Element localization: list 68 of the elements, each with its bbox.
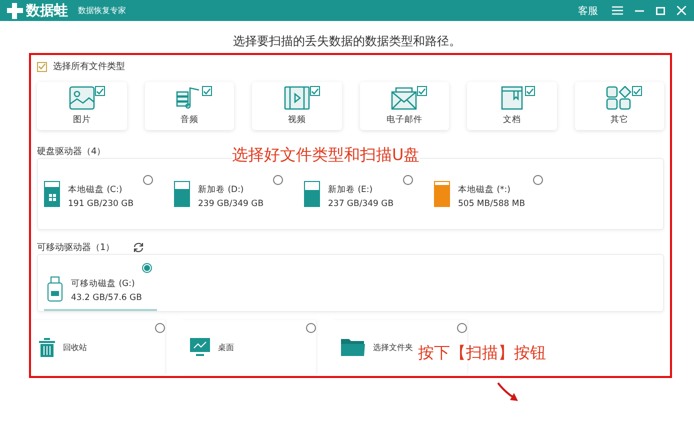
arrow-icon xyxy=(497,382,519,402)
radio-button[interactable] xyxy=(273,175,283,185)
checkbox[interactable] xyxy=(202,86,212,96)
file-type-card[interactable]: 视频 xyxy=(252,82,342,130)
file-type-label: 电子邮件 xyxy=(386,114,422,126)
select-all-label: 选择所有文件类型 xyxy=(53,60,125,73)
drive-name: 新加卷 (D:) xyxy=(198,184,245,196)
trash-icon xyxy=(39,338,55,356)
checkbox[interactable] xyxy=(37,62,47,72)
location-card[interactable]: 桌面 xyxy=(182,320,316,374)
envelope-icon xyxy=(391,86,418,110)
refresh-icon[interactable] xyxy=(132,242,144,252)
location-label: 选择文件夹 xyxy=(373,342,413,352)
image-icon xyxy=(68,86,95,110)
app-grid-icon xyxy=(606,86,632,110)
drive-name: 本地磁盘 (*:) xyxy=(458,184,512,196)
location-label: 回收站 xyxy=(63,342,87,352)
section-title: 硬盘驱动器（4） xyxy=(37,146,106,158)
file-type-label: 文档 xyxy=(502,114,521,126)
file-type-label: 图片 xyxy=(72,114,91,126)
file-type-label: 音频 xyxy=(180,114,198,126)
film-icon xyxy=(284,86,310,110)
location-label: 桌面 xyxy=(218,342,234,352)
file-type-card[interactable]: 其它 xyxy=(574,82,664,130)
radio-button[interactable] xyxy=(403,175,413,185)
location-card[interactable]: 回收站 xyxy=(31,320,165,374)
drive-capacity: 237 GB/349 GB xyxy=(328,199,394,209)
checkbox[interactable] xyxy=(632,86,642,96)
removable-drive-item[interactable]: 可移动磁盘 (G:) 43.2 GB/57.6 GB xyxy=(44,259,157,311)
windows-logo-icon xyxy=(49,194,56,201)
app-subtitle: 数据恢复专家 xyxy=(78,5,126,16)
close-icon[interactable] xyxy=(677,6,686,15)
radio-button[interactable] xyxy=(533,175,543,185)
annotation-text: 按下【扫描】按钮 xyxy=(418,343,546,364)
app-name: 数据蛙 xyxy=(26,2,68,20)
radio-button[interactable] xyxy=(142,263,152,273)
file-type-card[interactable]: 图片 xyxy=(37,82,126,130)
drive-capacity: 239 GB/349 GB xyxy=(198,199,264,209)
file-type-label: 其它 xyxy=(610,114,628,126)
drive-capacity: 191 GB/230 GB xyxy=(68,199,134,209)
checkbox[interactable] xyxy=(524,86,534,96)
logo-icon xyxy=(7,2,23,18)
instruction-text: 选择要扫描的丢失数据的数据类型和路径。 xyxy=(232,33,462,50)
customer-service-link[interactable]: 客服 xyxy=(578,4,598,18)
drive-capacity: 43.2 GB/57.6 GB xyxy=(71,293,142,303)
monitor-icon xyxy=(190,338,210,356)
drive-name: 本地磁盘 (C:) xyxy=(68,184,124,196)
book-icon xyxy=(498,86,525,110)
file-type-label: 视频 xyxy=(288,114,306,126)
file-type-card[interactable]: 电子邮件 xyxy=(360,82,449,130)
minimize-icon[interactable] xyxy=(635,10,644,12)
file-type-card[interactable]: 音频 xyxy=(144,82,234,130)
radio-button[interactable] xyxy=(457,323,467,333)
checkbox[interactable] xyxy=(417,86,427,96)
radio-button[interactable] xyxy=(306,323,316,333)
file-type-card[interactable]: 文档 xyxy=(467,82,556,130)
checkbox[interactable] xyxy=(94,86,104,96)
usb-drive-icon xyxy=(47,276,63,302)
maximize-icon[interactable] xyxy=(656,6,665,14)
section-title: 可移动驱动器（1） xyxy=(37,242,115,254)
radio-button[interactable] xyxy=(155,323,165,333)
drive-name: 新加卷 (E:) xyxy=(328,184,374,196)
checkbox[interactable] xyxy=(310,86,320,96)
menu-icon[interactable] xyxy=(612,6,623,15)
radio-button[interactable] xyxy=(143,175,153,185)
drive-capacity: 505 MB/588 MB xyxy=(458,199,526,209)
folder-icon xyxy=(341,338,365,356)
drive-name: 可移动磁盘 (G:) xyxy=(71,278,136,290)
